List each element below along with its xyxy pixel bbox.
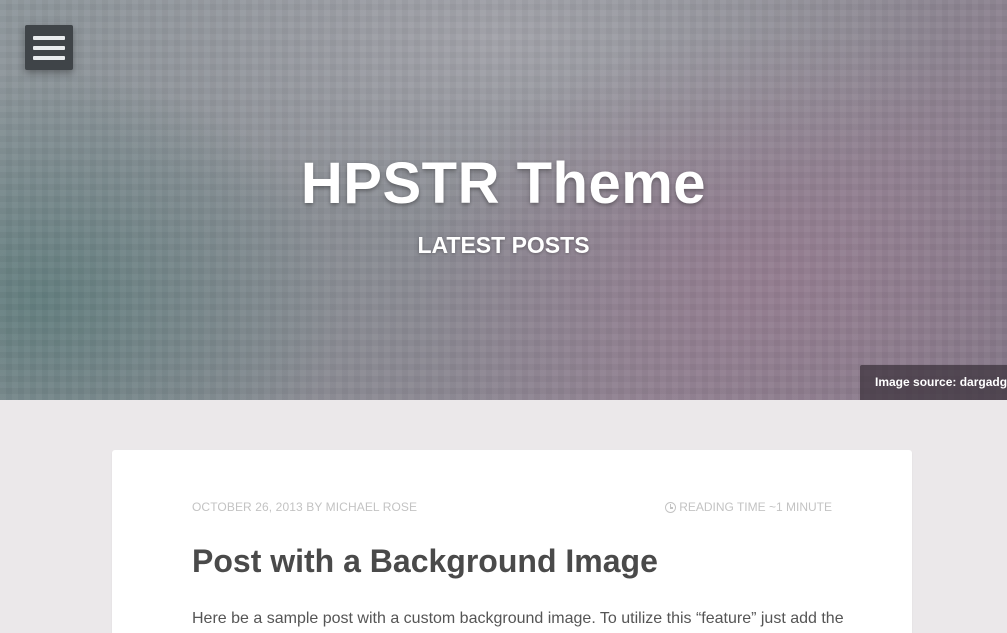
reading-time-label: READING TIME ~1 MINUTE	[679, 500, 832, 514]
post-author-link[interactable]: MICHAEL ROSE	[326, 500, 417, 514]
reading-time: READING TIME ~1 MINUTE	[665, 500, 832, 514]
hamburger-menu-icon-bar	[33, 55, 65, 60]
hamburger-menu-icon-bar	[33, 45, 65, 50]
image-source-credit[interactable]: Image source: dargadgetz	[860, 365, 1007, 400]
page-subtitle: LATEST POSTS	[417, 232, 590, 258]
post-title-link[interactable]: Post with a Background Image	[192, 543, 658, 580]
clock-icon	[665, 501, 677, 513]
post-date: OCTOBER 26, 2013	[192, 500, 303, 514]
menu-button[interactable]	[25, 25, 73, 70]
post-card: OCTOBER 26, 2013 BY MICHAEL ROSE READING…	[112, 450, 912, 633]
site-title[interactable]: HPSTR Theme	[0, 150, 1007, 217]
hamburger-menu-icon	[33, 35, 65, 40]
post-excerpt: Here be a sample post with a custom back…	[192, 610, 844, 627]
hero-header: HPSTR Theme LATEST POSTS Image source: d…	[0, 0, 1007, 400]
post-by: BY	[306, 500, 323, 514]
post-meta: OCTOBER 26, 2013 BY MICHAEL ROSE	[192, 500, 417, 514]
